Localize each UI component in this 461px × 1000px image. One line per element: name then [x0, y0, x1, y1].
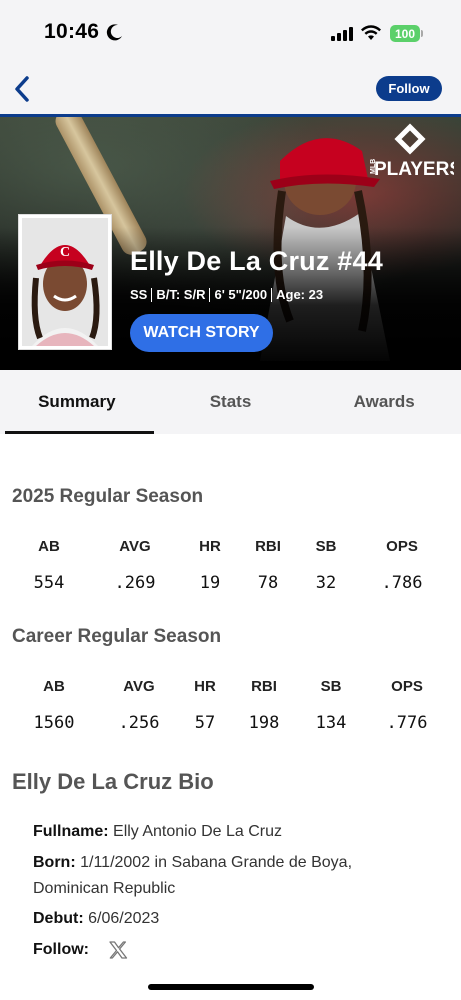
stat-header: SB: [320, 678, 342, 695]
stat-header: OPS: [386, 538, 418, 555]
bio-debut-label: Debut:: [33, 910, 84, 927]
stat-header: HR: [194, 678, 216, 695]
season-stats-title: 2025 Regular Season: [12, 486, 204, 507]
brand-text: PLAYERS: [374, 159, 454, 179]
player-age: Age: 23: [276, 287, 324, 302]
bio-born-value: 1/11/2002 in Sabana Grande de Boya,: [80, 854, 353, 871]
bio-debut: Debut: 6/06/2023: [33, 906, 159, 932]
back-button[interactable]: [6, 70, 38, 108]
player-hero: MLB PLAYERS C Elly De La Cruz #44 SS B/T…: [0, 117, 461, 370]
stat-header: HR: [199, 538, 221, 555]
bio-fullname-value: Elly Antonio De La Cruz: [113, 823, 282, 840]
stat-value: 19: [199, 573, 221, 593]
follow-button[interactable]: Follow: [376, 76, 442, 101]
stat-header: AB: [38, 538, 60, 555]
bio-born: Born: 1/11/2002 in Sabana Grande de Boya…: [33, 850, 352, 876]
bio-debut-value: 6/06/2023: [88, 910, 160, 927]
meta-separator: [209, 287, 211, 302]
tab-summary[interactable]: Summary: [0, 370, 154, 434]
headshot-image: C: [22, 218, 108, 346]
meta-separator: [271, 287, 273, 302]
stat-header: RBI: [255, 538, 281, 555]
meta-separator: [151, 287, 153, 302]
stat-value: 32: [315, 573, 337, 593]
tab-bar: Summary Stats Awards: [0, 370, 461, 434]
bio-follow: Follow:: [33, 937, 89, 963]
player-bats-throws: B/T: S/R: [156, 287, 206, 302]
stat-value: 198: [248, 713, 280, 733]
watch-story-button[interactable]: WATCH STORY: [130, 314, 273, 352]
career-stats-header: AB AVG HR RBI SB OPS: [0, 678, 461, 702]
bio-fullname-label: Fullname:: [33, 823, 109, 840]
stat-header: AVG: [123, 678, 155, 695]
status-time: 10:46: [44, 20, 100, 43]
chevron-left-icon: [15, 76, 29, 102]
bio-born-label: Born:: [33, 854, 76, 871]
mlb-players-logo: MLB PLAYERS: [370, 123, 454, 179]
season-stats-header: AB AVG HR RBI SB OPS: [0, 538, 461, 562]
career-stats-title: Career Regular Season: [12, 626, 222, 647]
battery-tip: [421, 30, 423, 37]
x-icon[interactable]: [108, 940, 128, 960]
nav-bar: Follow: [0, 64, 461, 114]
stat-header: SB: [315, 538, 337, 555]
bio-fullname: Fullname: Elly Antonio De La Cruz: [33, 819, 282, 845]
stat-value: .776: [386, 713, 428, 733]
stat-value: 57: [194, 713, 216, 733]
bio-title: Elly De La Cruz Bio: [12, 769, 214, 794]
stat-value: 554: [33, 573, 65, 593]
stat-header: OPS: [391, 678, 423, 695]
wifi-icon: [361, 25, 381, 40]
moon-icon: [106, 24, 122, 41]
career-stats-values: 1560 .256 57 198 134 .776: [0, 713, 461, 737]
stat-value: .786: [381, 573, 423, 593]
player-name: Elly De La Cruz #44: [130, 246, 383, 276]
tab-awards[interactable]: Awards: [307, 370, 461, 434]
player-meta: SS B/T: S/R 6' 5"/200 Age: 23: [130, 287, 323, 302]
cellular-signal-icon: [331, 27, 353, 41]
bio-born-line2: Dominican Republic: [33, 880, 176, 897]
player-height-weight: 6' 5"/200: [214, 287, 268, 302]
player-position: SS: [130, 287, 148, 302]
stat-header: AB: [43, 678, 65, 695]
player-headshot: C: [19, 215, 111, 349]
stat-header: AVG: [119, 538, 151, 555]
battery-indicator: 100: [390, 25, 420, 42]
stat-header: RBI: [251, 678, 277, 695]
stat-value: .256: [118, 713, 160, 733]
stat-value: .269: [114, 573, 156, 593]
svg-text:C: C: [60, 245, 70, 260]
season-stats-values: 554 .269 19 78 32 .786: [0, 573, 461, 597]
bio-follow-label: Follow:: [33, 941, 89, 958]
status-bar: 10:46 100: [0, 0, 461, 64]
home-indicator: [148, 984, 314, 990]
stat-value: 1560: [33, 713, 75, 733]
tab-stats[interactable]: Stats: [154, 370, 308, 434]
stat-value: 134: [315, 713, 347, 733]
stat-value: 78: [257, 573, 279, 593]
